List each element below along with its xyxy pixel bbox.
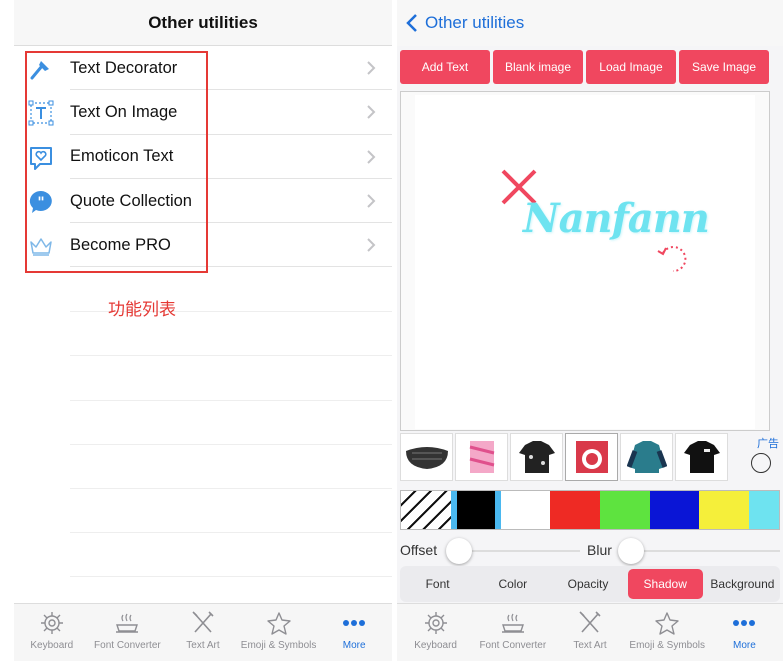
divider bbox=[70, 444, 392, 445]
highlight-box bbox=[25, 51, 208, 273]
more-dots-icon bbox=[343, 620, 366, 626]
swatch-red[interactable] bbox=[550, 491, 600, 529]
swatch-green[interactable] bbox=[600, 491, 650, 529]
star-icon bbox=[655, 612, 679, 635]
add-text-button[interactable]: Add Text bbox=[400, 50, 490, 84]
swatch-blue[interactable] bbox=[649, 491, 700, 529]
tab-more[interactable]: More bbox=[316, 604, 392, 661]
tab-label: Text Art bbox=[186, 640, 220, 651]
ad-product-shirt-dark[interactable] bbox=[510, 433, 563, 481]
ad-banner[interactable]: 广告 bbox=[400, 433, 783, 485]
brand-logo bbox=[751, 453, 771, 473]
divider bbox=[70, 576, 392, 577]
tab-label: Keyboard bbox=[30, 640, 74, 651]
tab-background[interactable]: Background bbox=[705, 569, 780, 599]
swatch-black[interactable] bbox=[450, 491, 501, 529]
chevron-right-icon bbox=[367, 61, 376, 75]
star-icon bbox=[266, 612, 291, 635]
more-dots-icon bbox=[733, 620, 756, 626]
ad-product-poster[interactable] bbox=[565, 433, 618, 481]
canvas-text[interactable]: Nanfann bbox=[523, 195, 710, 242]
gear-icon bbox=[424, 612, 447, 634]
tab-label: Emoji & Symbols bbox=[240, 640, 317, 651]
tab-keyboard[interactable]: Keyboard bbox=[397, 604, 474, 661]
page-title: Other utilities bbox=[14, 0, 392, 46]
canvas-image: Nanfann bbox=[415, 95, 755, 429]
offset-label: Offset bbox=[400, 542, 438, 558]
rotate-icon[interactable] bbox=[655, 241, 691, 277]
blur-label: Blur bbox=[587, 542, 612, 558]
gear-icon bbox=[40, 612, 63, 634]
pot-icon bbox=[501, 613, 524, 633]
swatch-white[interactable] bbox=[500, 491, 551, 529]
tab-text-art[interactable]: Text Art bbox=[551, 604, 628, 661]
pencil-cross-icon bbox=[192, 611, 214, 633]
chevron-right-icon bbox=[367, 105, 376, 120]
divider bbox=[70, 488, 392, 489]
tab-bar: Keyboard Font Converter Text Art Emoji &… bbox=[397, 603, 783, 661]
ad-product-jacket[interactable] bbox=[620, 433, 673, 481]
style-segmented-control: Font Color Opacity Shadow Background bbox=[400, 566, 780, 602]
tab-label: More bbox=[733, 640, 756, 651]
image-canvas[interactable]: Nanfann bbox=[400, 91, 770, 431]
tab-label: Font Converter bbox=[94, 640, 161, 651]
tab-text-art[interactable]: Text Art bbox=[165, 604, 241, 661]
tab-label: Text Art bbox=[573, 640, 607, 651]
annotation-label: 功能列表 bbox=[108, 300, 176, 319]
divider bbox=[70, 532, 392, 533]
load-image-button[interactable]: Load Image bbox=[586, 50, 676, 84]
tab-font-converter[interactable]: Font Converter bbox=[474, 604, 551, 661]
text-on-image-screen: Other utilities Add Text Blank image Loa… bbox=[397, 0, 783, 661]
pencil-cross-icon bbox=[579, 611, 601, 633]
tab-shadow[interactable]: Shadow bbox=[627, 569, 703, 599]
swatch-none[interactable] bbox=[401, 491, 451, 529]
save-image-button[interactable]: Save Image bbox=[679, 50, 769, 84]
blur-slider-knob[interactable] bbox=[618, 538, 644, 564]
divider bbox=[70, 400, 392, 401]
shadow-sliders: Offset Blur bbox=[400, 538, 780, 564]
offset-slider-knob[interactable] bbox=[446, 538, 472, 564]
ad-product-scarf[interactable] bbox=[455, 433, 508, 481]
pot-icon bbox=[116, 613, 139, 633]
ad-label: 广告 bbox=[757, 438, 779, 450]
tab-label: Font Converter bbox=[479, 640, 547, 651]
back-button[interactable]: Other utilities bbox=[425, 13, 524, 33]
swatch-cyan[interactable] bbox=[749, 491, 780, 529]
tab-bar: Keyboard Font Converter Text Art Emoji &… bbox=[14, 603, 392, 661]
chevron-right-icon bbox=[367, 194, 376, 208]
tab-opacity[interactable]: Opacity bbox=[550, 569, 625, 599]
tab-emoji-symbols[interactable]: Emoji & Symbols bbox=[629, 604, 706, 661]
nav-bar: Other utilities bbox=[397, 0, 783, 46]
chevron-right-icon bbox=[367, 238, 376, 252]
tab-keyboard[interactable]: Keyboard bbox=[14, 604, 90, 661]
chevron-left-icon[interactable] bbox=[405, 13, 419, 33]
tab-emoji-symbols[interactable]: Emoji & Symbols bbox=[241, 604, 317, 661]
tab-label: More bbox=[342, 640, 366, 651]
tab-label: Emoji & Symbols bbox=[629, 640, 705, 651]
divider bbox=[70, 355, 392, 356]
color-swatches bbox=[400, 490, 780, 530]
action-buttons: Add Text Blank image Load Image Save Ima… bbox=[400, 50, 769, 84]
swatch-yellow[interactable] bbox=[699, 491, 750, 529]
blank-image-button[interactable]: Blank image bbox=[493, 50, 583, 84]
tab-font[interactable]: Font bbox=[400, 569, 475, 599]
ad-product-mask[interactable] bbox=[400, 433, 453, 481]
ad-product-tshirt[interactable] bbox=[675, 433, 728, 481]
tab-more[interactable]: More bbox=[706, 604, 783, 661]
chevron-right-icon bbox=[367, 149, 376, 164]
tab-color[interactable]: Color bbox=[475, 569, 550, 599]
tab-font-converter[interactable]: Font Converter bbox=[90, 604, 166, 661]
tab-label: Keyboard bbox=[414, 640, 457, 651]
screenshot: Other utilities Text Decorator Text On I… bbox=[0, 0, 783, 661]
